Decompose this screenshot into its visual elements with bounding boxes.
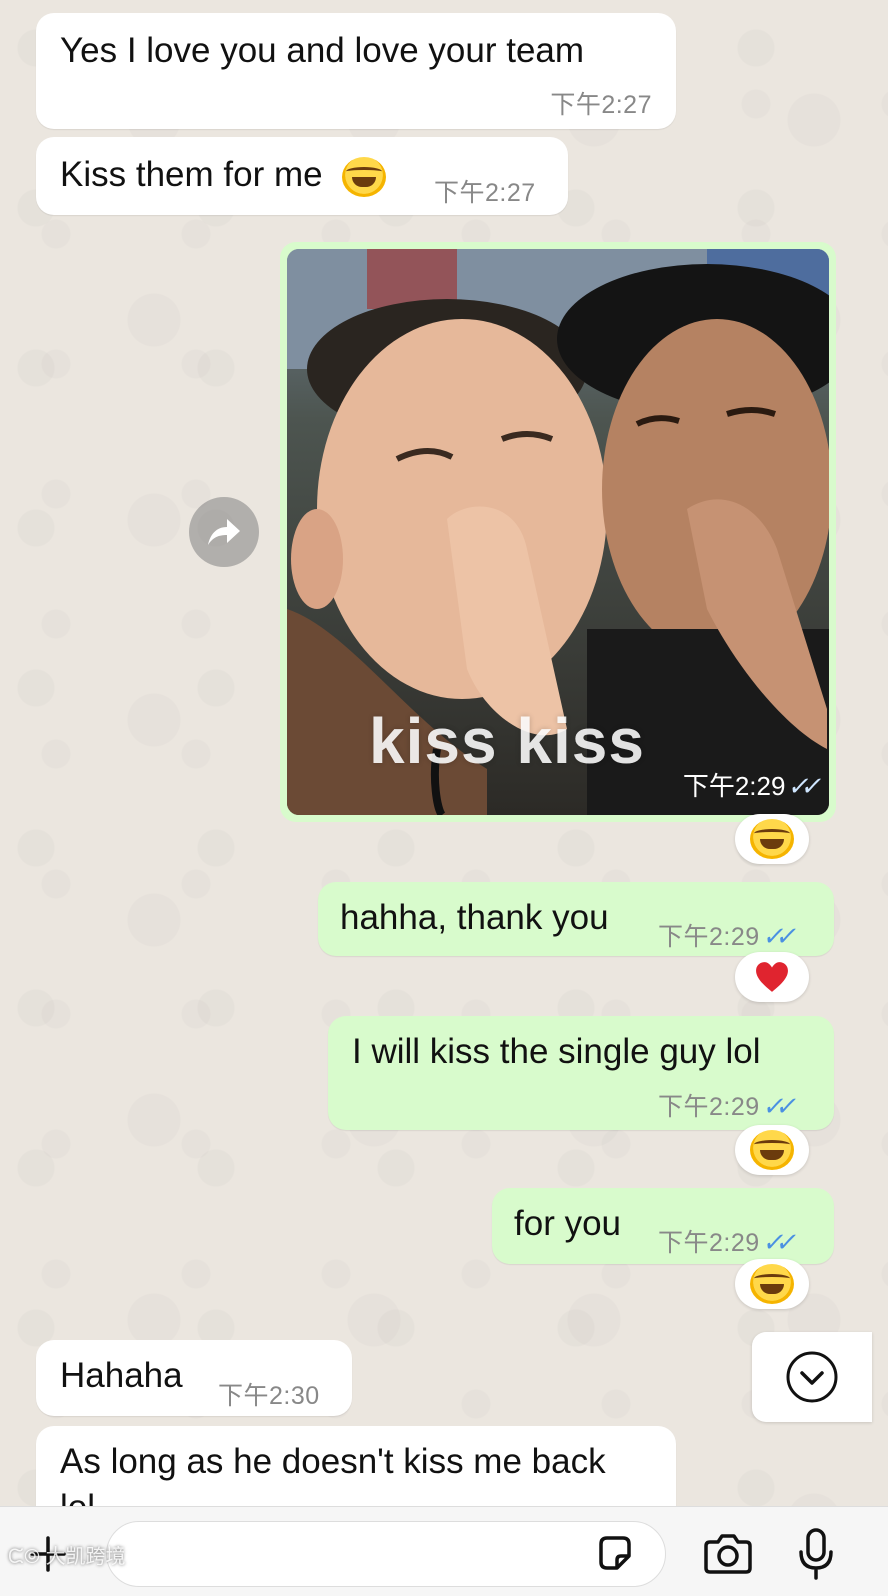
scroll-to-bottom-button[interactable] bbox=[752, 1332, 872, 1422]
message-text-content: Kiss them for me bbox=[60, 155, 323, 194]
chat-photo[interactable]: kiss kiss 下午2:29✓✓ bbox=[287, 249, 829, 815]
reaction-badge[interactable] bbox=[735, 952, 809, 1002]
message-text: Yes I love you and love your team bbox=[60, 31, 585, 70]
chevron-down-circle-icon bbox=[786, 1351, 838, 1403]
face-with-tears-of-joy-icon bbox=[750, 1130, 794, 1170]
message-time: 下午2:29✓✓ bbox=[658, 916, 792, 957]
read-ticks-icon: ✓✓ bbox=[760, 1227, 793, 1257]
outgoing-message[interactable]: hahha, thank you 下午2:29✓✓ bbox=[318, 882, 834, 956]
microphone-button[interactable] bbox=[794, 1527, 838, 1581]
message-time: 下午2:29✓✓ bbox=[658, 1086, 792, 1127]
message-time-text: 下午2:29 bbox=[682, 771, 786, 801]
reaction-badge[interactable] bbox=[735, 814, 809, 864]
face-with-tears-of-joy-icon bbox=[342, 156, 387, 197]
camera-icon bbox=[704, 1534, 752, 1574]
message-text: for you bbox=[514, 1204, 621, 1243]
outgoing-image-message[interactable]: kiss kiss 下午2:29✓✓ bbox=[280, 242, 836, 822]
incoming-message[interactable]: Kiss them for me 下午2:27 bbox=[36, 137, 568, 215]
message-text: I will kiss the single guy lol bbox=[352, 1032, 761, 1071]
read-ticks-icon: ✓✓ bbox=[760, 921, 793, 951]
message-time: 下午2:30 bbox=[218, 1382, 320, 1410]
camera-button[interactable] bbox=[700, 1529, 756, 1579]
message-text: Hahaha bbox=[60, 1356, 183, 1395]
forward-button[interactable] bbox=[189, 497, 259, 567]
sticker-icon bbox=[599, 1536, 631, 1570]
forward-arrow-icon bbox=[208, 519, 240, 545]
outgoing-message[interactable]: for you 下午2:29✓✓ bbox=[492, 1188, 834, 1264]
incoming-message[interactable]: Yes I love you and love your team 下午2:27 bbox=[36, 13, 676, 129]
face-with-tears-of-joy-icon bbox=[750, 1264, 794, 1304]
message-time: 下午2:27 bbox=[434, 179, 536, 207]
reaction-badge[interactable] bbox=[735, 1259, 809, 1309]
message-text: Kiss them for me bbox=[60, 155, 387, 197]
message-input[interactable] bbox=[106, 1521, 666, 1587]
face-with-tears-of-joy-icon bbox=[750, 819, 794, 859]
read-ticks-icon: ✓✓ bbox=[786, 771, 819, 801]
image-caption: kiss kiss bbox=[369, 705, 645, 777]
microphone-icon bbox=[799, 1528, 833, 1580]
message-time-text: 下午2:29 bbox=[658, 1229, 760, 1257]
sticker-button[interactable] bbox=[590, 1529, 640, 1579]
read-ticks-icon: ✓✓ bbox=[760, 1091, 793, 1121]
watermark-logo-icon: ᙅ⦾ bbox=[8, 1546, 40, 1568]
message-text: As long as he doesn't kiss me back bbox=[60, 1442, 606, 1481]
outgoing-message[interactable]: I will kiss the single guy lol 下午2:29✓✓ bbox=[328, 1016, 834, 1130]
message-time: 下午2:29✓✓ bbox=[658, 1222, 792, 1263]
composer-bar bbox=[0, 1506, 888, 1596]
message-time: 下午2:27 bbox=[550, 91, 652, 119]
incoming-message[interactable]: Hahaha 下午2:30 bbox=[36, 1340, 352, 1416]
watermark-text: 大凯跨境 bbox=[45, 1546, 126, 1568]
reaction-badge[interactable] bbox=[735, 1125, 809, 1175]
message-text: hahha, thank you bbox=[340, 898, 609, 937]
message-time-text: 下午2:29 bbox=[658, 923, 760, 951]
red-heart-icon bbox=[755, 960, 789, 994]
watermark: ᙅ⦾ 大凯跨境 bbox=[8, 1540, 126, 1569]
message-time: 下午2:29✓✓ bbox=[682, 766, 819, 803]
message-time-text: 下午2:29 bbox=[658, 1093, 760, 1121]
